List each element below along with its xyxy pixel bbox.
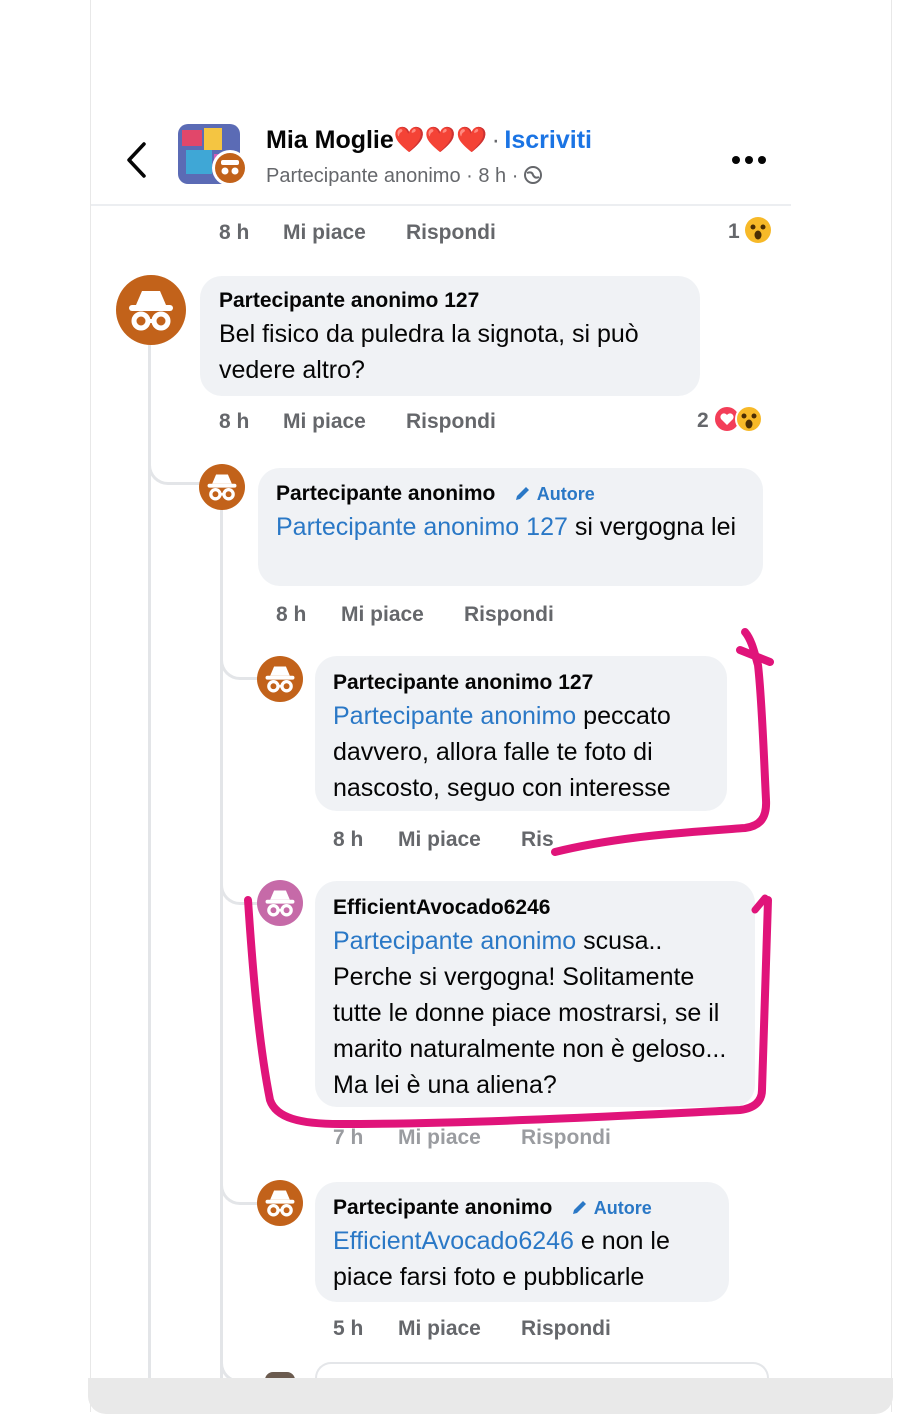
bottom-bar xyxy=(88,1378,893,1414)
highlight-annotation xyxy=(244,628,774,1128)
